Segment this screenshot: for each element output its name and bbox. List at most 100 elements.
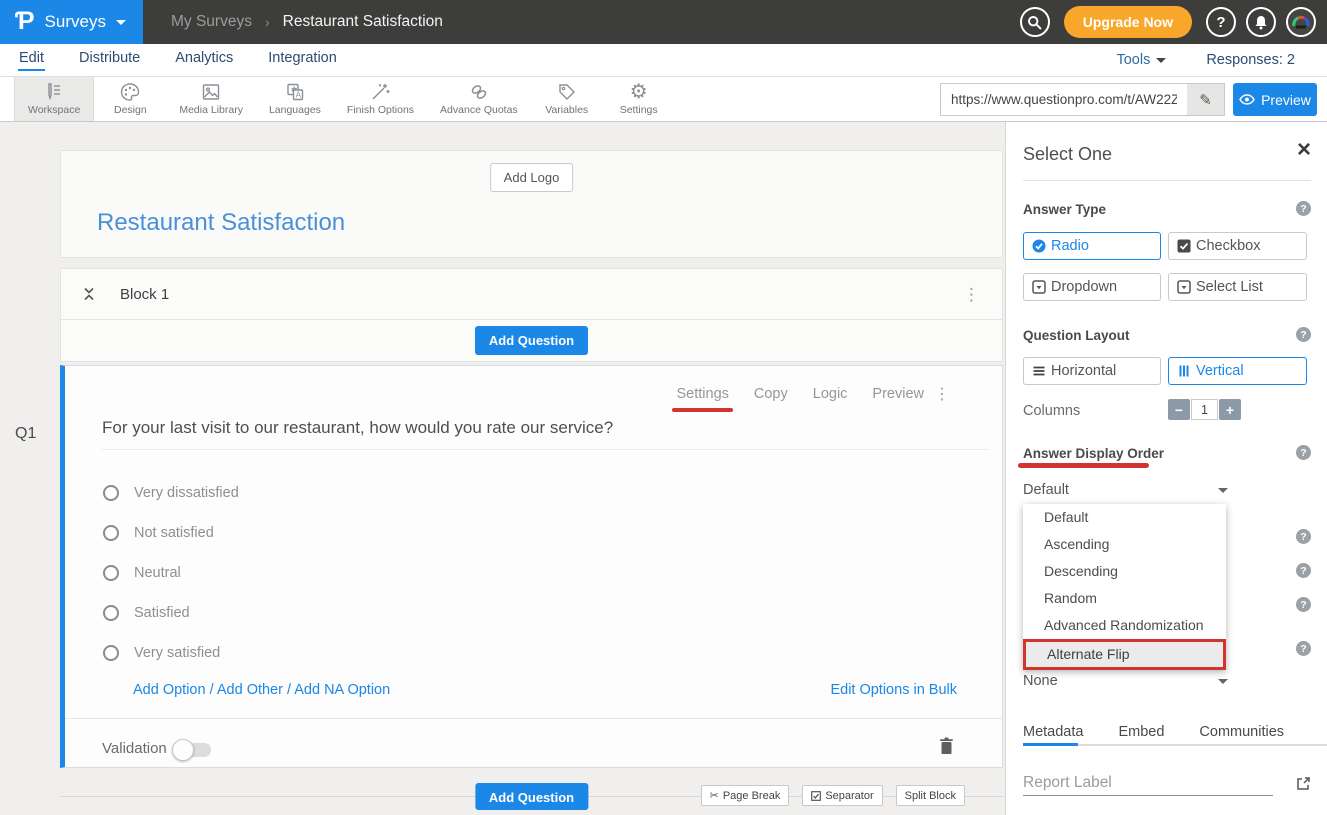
answer-type-help-icon[interactable]: ? xyxy=(1296,201,1311,216)
columns-increment-button[interactable]: + xyxy=(1219,399,1241,420)
expand-icon[interactable] xyxy=(1295,776,1311,792)
question-tab-copy[interactable]: Copy xyxy=(754,386,788,402)
question-text[interactable]: For your last visit to our restaurant, h… xyxy=(102,418,613,438)
layout-horizontal[interactable]: Horizontal xyxy=(1023,357,1161,385)
toolbar-item-label: Settings xyxy=(620,104,658,116)
option-label[interactable]: Not satisfied xyxy=(134,525,214,541)
question-tab-settings[interactable]: Settings xyxy=(676,386,728,402)
menu-item-descending[interactable]: Descending xyxy=(1023,558,1226,585)
answer-type-select-list[interactable]: Select List xyxy=(1168,273,1307,301)
vertical-bars-icon xyxy=(1177,364,1191,378)
question-tab-preview[interactable]: Preview xyxy=(872,386,924,402)
add-question-button-bottom[interactable]: Add Question xyxy=(475,783,588,810)
select-caret-icon[interactable] xyxy=(1218,488,1228,493)
toolbar-item-media-library[interactable]: Media Library xyxy=(166,77,256,121)
toolbar-item-languages[interactable]: ✱ A Languages xyxy=(256,77,334,121)
add-question-button[interactable]: Add Question xyxy=(475,326,588,355)
setting-help-icon[interactable]: ? xyxy=(1296,529,1311,544)
tab-distribute[interactable]: Distribute xyxy=(78,47,141,73)
answer-display-order-help-icon[interactable]: ? xyxy=(1296,445,1311,460)
block-kebab-menu-icon[interactable]: ⋮ xyxy=(963,286,980,303)
toolbar-item-design[interactable]: Design xyxy=(94,77,166,121)
option-label[interactable]: Very dissatisfied xyxy=(134,485,239,501)
page-break-button[interactable]: ✂ Page Break xyxy=(701,785,790,806)
toolbar-item-workspace[interactable]: Workspace xyxy=(14,77,94,121)
select-caret-icon[interactable] xyxy=(1218,679,1228,684)
upgrade-now-button[interactable]: Upgrade Now xyxy=(1064,6,1192,38)
answer-option[interactable]: Satisfied xyxy=(103,593,239,633)
radio-icon[interactable] xyxy=(103,565,119,581)
option-label[interactable]: Satisfied xyxy=(134,605,190,621)
radio-icon[interactable] xyxy=(103,605,119,621)
survey-url-input[interactable] xyxy=(941,84,1187,115)
validation-toggle[interactable] xyxy=(174,743,211,757)
answer-type-checkbox[interactable]: Checkbox xyxy=(1168,232,1307,260)
answer-option[interactable]: Neutral xyxy=(103,553,239,593)
search-button[interactable] xyxy=(1020,7,1050,37)
answer-type-dropdown[interactable]: Dropdown xyxy=(1023,273,1161,301)
notifications-button[interactable] xyxy=(1246,7,1276,37)
setting-help-icon[interactable]: ? xyxy=(1296,641,1311,656)
toolbar-item-settings[interactable]: ⚙ Settings xyxy=(603,77,675,121)
split-block-button[interactable]: Split Block xyxy=(896,785,965,806)
answer-option[interactable]: Very satisfied xyxy=(103,633,239,673)
magic-wand-icon xyxy=(369,82,391,102)
option-label[interactable]: Neutral xyxy=(134,565,181,581)
close-icon[interactable]: × xyxy=(1297,138,1311,162)
columns-decrement-button[interactable]: − xyxy=(1168,399,1190,420)
report-label-input[interactable] xyxy=(1023,770,1273,796)
panel-tab-metadata[interactable]: Metadata xyxy=(1023,724,1083,740)
add-logo-button[interactable]: Add Logo xyxy=(490,163,574,192)
answer-type-radio[interactable]: Radio xyxy=(1023,232,1161,260)
add-other-link[interactable]: Add Other xyxy=(217,682,283,698)
edit-options-in-bulk-link[interactable]: Edit Options in Bulk xyxy=(830,682,957,698)
add-option-link[interactable]: Add Option xyxy=(133,682,206,698)
survey-title[interactable]: Restaurant Satisfaction xyxy=(97,209,345,237)
panel-tab-embed[interactable]: Embed xyxy=(1118,724,1164,740)
setting-help-icon[interactable]: ? xyxy=(1296,563,1311,578)
columns-label: Columns xyxy=(1023,403,1080,419)
tab-edit[interactable]: Edit xyxy=(18,47,45,73)
menu-item-default[interactable]: Default xyxy=(1023,504,1226,531)
menu-item-advanced-randomization[interactable]: Advanced Randomization xyxy=(1023,612,1226,639)
toolbar-item-advance-quotas[interactable]: Advance Quotas xyxy=(427,77,531,121)
question-kebab-menu-icon[interactable]: ⋮ xyxy=(934,384,950,404)
radio-icon[interactable] xyxy=(103,525,119,541)
account-avatar[interactable] xyxy=(1286,7,1316,37)
menu-item-alternate-flip[interactable]: Alternate Flip xyxy=(1023,639,1226,670)
chain-links-icon xyxy=(468,82,490,102)
setting-help-icon[interactable]: ? xyxy=(1296,597,1311,612)
edit-url-icon[interactable]: ✎ xyxy=(1187,84,1224,115)
answer-option[interactable]: Very dissatisfied xyxy=(103,473,239,513)
delete-question-icon[interactable] xyxy=(939,737,954,755)
separator-button[interactable]: Separator xyxy=(802,785,882,806)
collapse-block-icon[interactable] xyxy=(83,286,95,302)
option-label[interactable]: Very satisfied xyxy=(134,645,220,661)
radio-icon[interactable] xyxy=(103,645,119,661)
answer-display-order-select[interactable]: Default xyxy=(1023,482,1069,498)
help-button[interactable]: ? xyxy=(1206,7,1236,37)
question-layout-help-icon[interactable]: ? xyxy=(1296,327,1311,342)
block-title[interactable]: Block 1 xyxy=(120,286,169,303)
tab-integration[interactable]: Integration xyxy=(267,47,338,73)
panel-divider xyxy=(1023,180,1311,181)
toolbar-item-finish-options[interactable]: Finish Options xyxy=(334,77,427,121)
breadcrumb-parent[interactable]: My Surveys xyxy=(171,13,252,31)
add-na-option-link[interactable]: Add NA Option xyxy=(294,682,390,698)
tab-analytics[interactable]: Analytics xyxy=(174,47,234,73)
toolbar-item-variables[interactable]: Variables xyxy=(531,77,603,121)
responses-count[interactable]: Responses: 2 xyxy=(1206,52,1295,68)
tools-menu[interactable]: Tools xyxy=(1116,52,1166,68)
secondary-select[interactable]: None xyxy=(1023,673,1058,689)
menu-item-random[interactable]: Random xyxy=(1023,585,1226,612)
question-tab-logic[interactable]: Logic xyxy=(813,386,848,402)
panel-tab-communities[interactable]: Communities xyxy=(1199,724,1284,740)
bell-icon xyxy=(1254,15,1268,30)
radio-icon[interactable] xyxy=(103,485,119,501)
answer-option[interactable]: Not satisfied xyxy=(103,513,239,553)
layout-vertical[interactable]: Vertical xyxy=(1168,357,1307,385)
preview-button[interactable]: Preview xyxy=(1233,83,1317,116)
columns-value-input[interactable] xyxy=(1191,399,1218,420)
product-switcher[interactable]: Ƥ Surveys xyxy=(0,0,143,44)
menu-item-ascending[interactable]: Ascending xyxy=(1023,531,1226,558)
